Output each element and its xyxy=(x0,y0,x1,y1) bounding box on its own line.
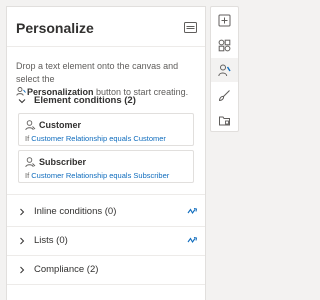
condition-name: Subscriber xyxy=(39,157,87,167)
person-condition-icon xyxy=(25,120,36,131)
rail-styles-button[interactable] xyxy=(211,83,238,107)
sync-icon[interactable] xyxy=(187,236,198,245)
condition-rule: If Customer Relationship equals Customer xyxy=(25,134,166,143)
condition-card-subscriber[interactable]: Subscriber If Customer Relationship equa… xyxy=(18,150,194,183)
element-conditions-header[interactable]: Element conditions (2) xyxy=(7,87,205,115)
element-conditions-label: Element conditions (2) xyxy=(34,95,136,106)
lists-header[interactable]: Lists (0) xyxy=(7,227,205,255)
rail-components-button[interactable] xyxy=(211,33,238,57)
person-condition-icon xyxy=(25,157,36,168)
condition-name: Customer xyxy=(39,120,82,130)
compliance-label: Compliance (2) xyxy=(34,264,99,275)
sync-icon[interactable] xyxy=(187,207,198,216)
condition-link[interactable]: Customer Relationship equals Subscriber xyxy=(31,171,169,180)
rail-add-element-button[interactable] xyxy=(211,8,238,32)
inline-conditions-header[interactable]: Inline conditions (0) xyxy=(7,198,205,226)
chevron-right-icon xyxy=(20,208,25,216)
condition-card-customer[interactable]: Customer If Customer Relationship equals… xyxy=(18,113,194,146)
condition-link[interactable]: Customer Relationship equals Customer xyxy=(31,134,166,143)
tool-rail xyxy=(210,6,239,132)
compliance-header[interactable]: Compliance (2) xyxy=(7,256,205,284)
chevron-right-icon xyxy=(20,237,25,245)
section-divider xyxy=(7,284,205,285)
personalize-panel: Personalize Drop a text element onto the… xyxy=(6,6,206,300)
components-icon xyxy=(218,39,231,51)
section-divider xyxy=(7,194,205,195)
panel-title: Personalize xyxy=(16,20,94,36)
styles-icon xyxy=(218,89,230,101)
collapse-panel-icon[interactable] xyxy=(184,22,197,33)
chevron-down-icon xyxy=(18,99,26,104)
inline-conditions-label: Inline conditions (0) xyxy=(34,206,117,217)
lists-label: Lists (0) xyxy=(34,235,68,246)
rail-personalize-button[interactable] xyxy=(211,58,238,82)
chevron-right-icon xyxy=(20,266,25,274)
condition-rule: If Customer Relationship equals Subscrib… xyxy=(25,171,170,180)
rail-assets-button[interactable] xyxy=(211,108,238,132)
assets-icon xyxy=(219,116,230,125)
add-element-icon xyxy=(218,14,231,26)
personalize-icon xyxy=(218,64,231,76)
panel-header: Personalize xyxy=(7,7,205,47)
